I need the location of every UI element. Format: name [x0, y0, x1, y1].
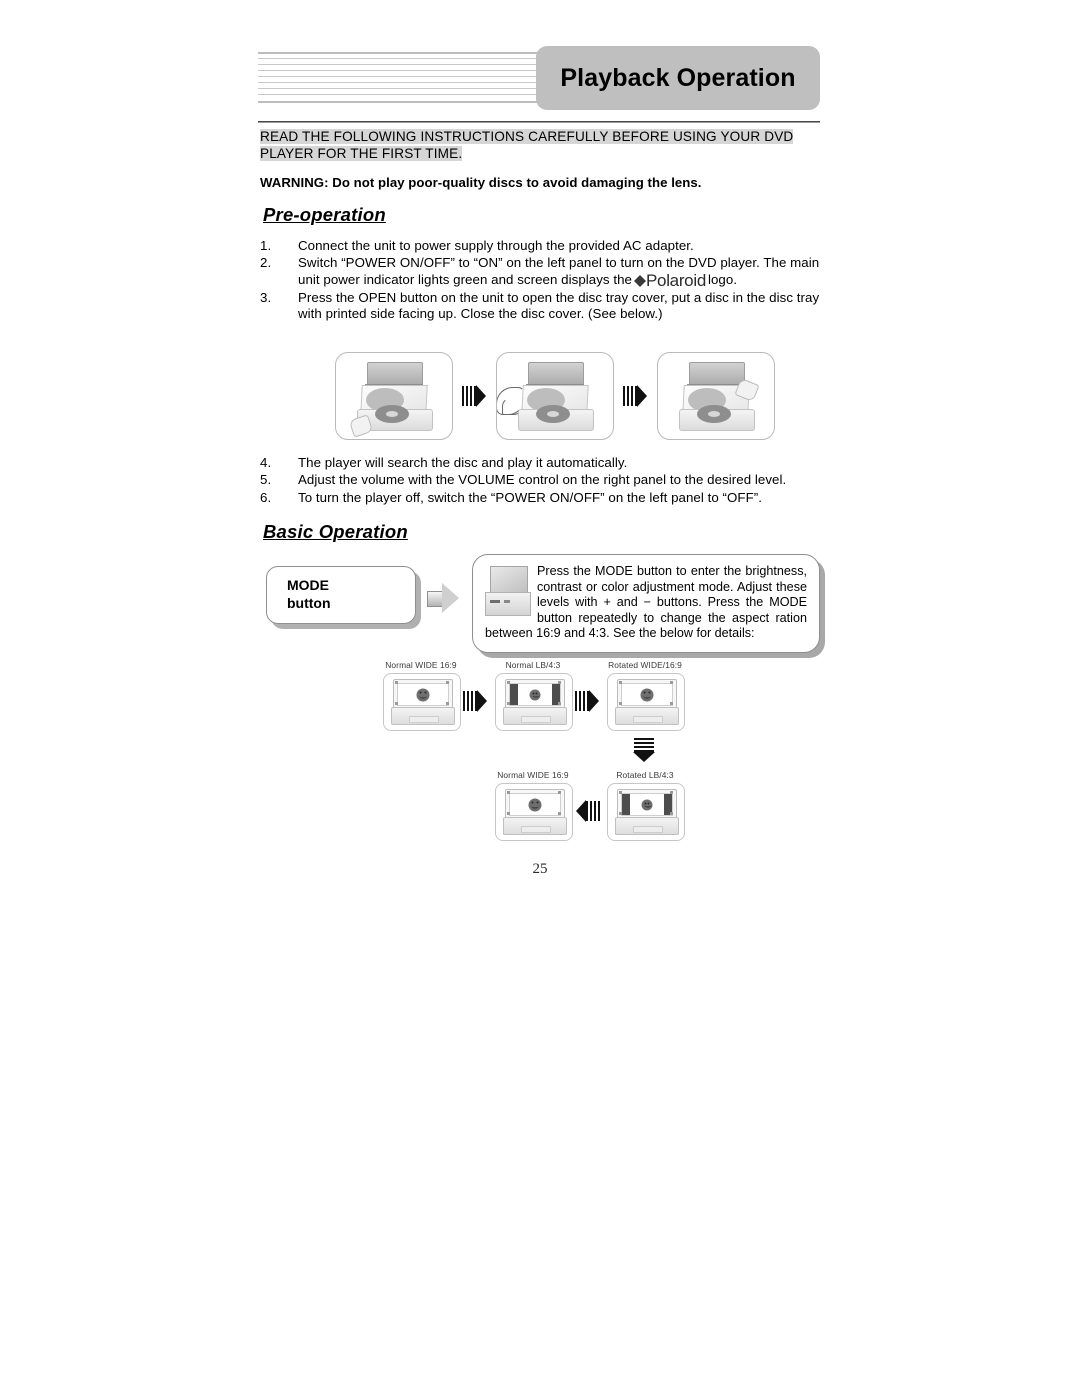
section-heading-pre-operation: Pre-operation: [263, 204, 386, 225]
aspect-card: [607, 673, 685, 731]
polaroid-logo: Polaroid: [634, 270, 706, 290]
player-illustration: [615, 789, 679, 835]
list-item-number: 2.: [260, 255, 272, 271]
aspect-cell-rotated-wide-169: Rotated WIDE/16:9: [607, 660, 685, 731]
aspect-ratio-diagram: Normal WIDE 16:9 Normal LB/4:3 Rotated W…: [383, 660, 703, 841]
page-title: Playback Operation: [560, 63, 796, 92]
aspect-cell-normal-wide-169-a: Normal WIDE 16:9: [383, 660, 461, 731]
mode-button-label-line1: MODE: [287, 577, 329, 593]
list-item-text: Adjust the volume with the VOLUME contro…: [298, 472, 787, 488]
mode-description-callout: Press the MODE button to enter the brigh…: [472, 554, 820, 653]
list-item-text: Connect the unit to power supply through…: [298, 238, 694, 253]
page-header: Playback Operation: [258, 46, 820, 112]
list-item: 6. To turn the player off, switch the “P…: [260, 490, 826, 506]
header-divider-rule: [258, 121, 820, 123]
intro-line-2: PLAYER FOR THE FIRST TIME.: [260, 146, 463, 161]
manual-page: Playback Operation READ THE FOLLOWING IN…: [0, 0, 1080, 1397]
intro-notice: READ THE FOLLOWING INSTRUCTIONS CAREFULL…: [260, 128, 822, 162]
aspect-label: Rotated WIDE/16:9: [608, 660, 682, 670]
screen: [621, 683, 673, 706]
smiley-icon: [416, 688, 430, 701]
list-item-number: 4.: [260, 455, 272, 470]
aspect-card: [383, 673, 461, 731]
list-item-number: 5.: [260, 472, 272, 488]
smiley-icon: [640, 688, 654, 701]
disc-tray-panel-3: [657, 352, 775, 440]
dvd-player-illustration: [348, 361, 435, 438]
list-item: 4. The player will search the disc and p…: [260, 455, 826, 471]
intro-line-1: READ THE FOLLOWING INSTRUCTIONS CAREFULL…: [260, 129, 794, 144]
aspect-label: Normal WIDE 16:9: [385, 660, 457, 670]
list-item: 2. Switch “POWER ON/OFF” to “ON” on the …: [260, 255, 826, 289]
list-item: 3. Press the OPEN button on the unit to …: [260, 290, 826, 323]
aspect-label: Normal LB/4:3: [505, 660, 561, 670]
diamond-icon: [634, 269, 646, 287]
aspect-card: [607, 783, 685, 841]
aspect-label: Rotated LB/4:3: [616, 770, 674, 780]
list-item: 1. Connect the unit to power supply thro…: [260, 238, 826, 254]
list-item-text: The player will search the disc and play…: [298, 455, 628, 470]
striped-down-arrow-icon: [632, 738, 656, 764]
mode-button-callout-box: MODE button: [266, 566, 416, 624]
disc: [697, 405, 731, 423]
list-item-text: Switch “POWER ON/OFF” to “ON” on the lef…: [298, 255, 826, 289]
list-item-number: 3.: [260, 290, 272, 306]
aspect-label: Normal WIDE 16:9: [497, 770, 569, 780]
striped-right-arrow-icon: [622, 383, 649, 409]
list-item-text: Press the OPEN button on the unit to ope…: [298, 290, 820, 322]
player-illustration: [503, 679, 567, 725]
pillarbox-bar-left: [622, 794, 630, 815]
section-heading-basic-operation: Basic Operation: [263, 521, 408, 542]
smiley-icon: [528, 798, 542, 811]
polaroid-wordmark: Polaroid: [646, 270, 706, 290]
mode-button-label-line2: button: [287, 595, 331, 611]
screen: [509, 793, 561, 816]
dvd-player-illustration: [497, 361, 596, 431]
player-illustration: [503, 789, 567, 835]
post-operation-step-list: 4. The player will search the disc and p…: [260, 455, 826, 507]
disc: [536, 405, 570, 423]
list-item-number: 6.: [260, 489, 272, 505]
screen: [621, 793, 673, 816]
pillarbox-bar-left: [510, 684, 518, 705]
aspect-cell-rotated-lb-43: Rotated LB/4:3: [607, 770, 685, 841]
aspect-card: [495, 783, 573, 841]
gray-right-arrow-icon: [427, 583, 461, 613]
disc-tray-illustration-row: [335, 352, 775, 440]
dvd-player-thumbnail-icon: [485, 566, 531, 618]
list-item-text: To turn the player off, switch the “POWE…: [298, 489, 762, 505]
aspect-card: [495, 673, 573, 731]
header-decorative-lines: [258, 52, 560, 110]
aspect-cell-normal-wide-169-b: Normal WIDE 16:9: [495, 770, 573, 841]
page-number: 25: [532, 861, 548, 877]
step2-text-before: Switch “POWER ON/OFF” to “ON” on the lef…: [298, 255, 820, 287]
striped-right-arrow-icon: [461, 383, 488, 409]
player-illustration: [391, 679, 455, 725]
mode-description-text: Press the MODE button to enter the brigh…: [485, 564, 807, 641]
striped-left-arrow-icon: [575, 798, 601, 824]
list-item-number: 1.: [260, 238, 272, 253]
smiley-icon: [641, 799, 653, 810]
aspect-cell-normal-lb-43: Normal LB/4:3: [495, 660, 573, 731]
disc: [375, 405, 409, 423]
striped-right-arrow-icon: [575, 688, 601, 714]
disc-tray-panel-1: [335, 352, 453, 440]
list-item: 5. Adjust the volume with the VOLUME con…: [260, 472, 826, 488]
smiley-icon: [529, 689, 541, 700]
step2-text-after: logo.: [707, 271, 738, 287]
warning-text: WARNING: Do not play poor-quality discs …: [260, 175, 702, 190]
pre-operation-step-list: 1. Connect the unit to power supply thro…: [260, 238, 826, 324]
disc-tray-panel-2: [496, 352, 614, 440]
screen: [397, 683, 449, 706]
page-title-box: Playback Operation: [536, 46, 820, 110]
player-illustration: [615, 679, 679, 725]
dvd-player-illustration: [675, 361, 760, 431]
striped-right-arrow-icon: [463, 688, 489, 714]
screen: [509, 683, 561, 706]
